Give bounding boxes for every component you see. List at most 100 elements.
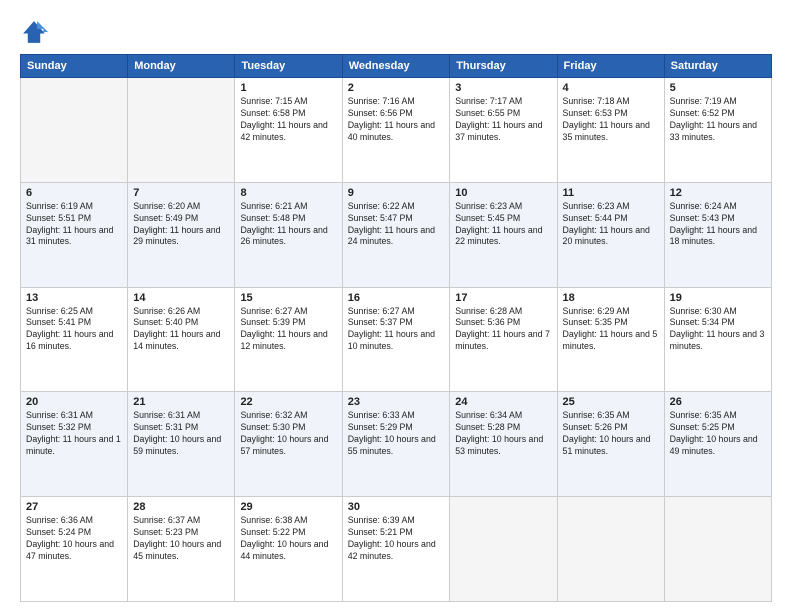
calendar-cell (21, 78, 128, 183)
calendar-cell: 7 Sunrise: 6:20 AM Sunset: 5:49 PM Daylig… (128, 182, 235, 287)
calendar-cell: 30 Sunrise: 6:39 AM Sunset: 5:21 PM Dayli… (342, 497, 450, 602)
day-number: 25 (563, 396, 659, 408)
day-number: 23 (348, 396, 445, 408)
day-info: Sunrise: 6:35 AM Sunset: 5:25 PM Dayligh… (670, 410, 766, 458)
calendar-cell: 9Sunrise: 6:22 AM Sunset: 5:47 PM Daylig… (342, 182, 450, 287)
day-info: Sunrise: 6:19 AM Sunset: 5:51 PM Dayligh… (26, 201, 122, 249)
day-info: Sunrise: 6:23 AM Sunset: 5:45 PM Dayligh… (455, 201, 551, 249)
day-info: Sunrise: 7:19 AM Sunset: 6:52 PM Dayligh… (670, 96, 766, 144)
col-header-friday: Friday (557, 55, 664, 78)
header (20, 18, 772, 46)
day-number: 21 (133, 396, 229, 408)
day-info: Sunrise: 6:35 AM Sunset: 5:26 PM Dayligh… (563, 410, 659, 458)
col-header-wednesday: Wednesday (342, 55, 450, 78)
day-number: 10 (455, 187, 551, 199)
day-info: Sunrise: 6:25 AM Sunset: 5:41 PM Dayligh… (26, 306, 122, 354)
week-row-1: 1 Sunrise: 7:15 AM Sunset: 6:58 PM Daylig… (21, 78, 772, 183)
day-number: 26 (670, 396, 766, 408)
day-number: 28 (133, 501, 229, 513)
day-info: Sunrise: 6:37 AM Sunset: 5:23 PM Dayligh… (133, 515, 229, 563)
calendar-cell: 15 Sunrise: 6:27 AM Sunset: 5:39 PM Dayli… (235, 287, 342, 392)
calendar-cell: 16 Sunrise: 6:27 AM Sunset: 5:37 PM Dayli… (342, 287, 450, 392)
calendar-cell: 6 Sunrise: 6:19 AM Sunset: 5:51 PM Daylig… (21, 182, 128, 287)
day-number: 29 (240, 501, 336, 513)
day-number: 4 (563, 82, 659, 94)
day-info: Sunrise: 6:32 AM Sunset: 5:30 PM Dayligh… (240, 410, 336, 458)
day-info: Sunrise: 6:20 AM Sunset: 5:49 PM Dayligh… (133, 201, 229, 249)
logo-icon (20, 18, 48, 46)
calendar-cell: 11 Sunrise: 6:23 AM Sunset: 5:44 PM Dayli… (557, 182, 664, 287)
day-info: Sunrise: 6:30 AM Sunset: 5:34 PM Dayligh… (670, 306, 766, 354)
day-info: Sunrise: 6:28 AM Sunset: 5:36 PM Dayligh… (455, 306, 551, 354)
calendar-cell: 14 Sunrise: 6:26 AM Sunset: 5:40 PM Dayli… (128, 287, 235, 392)
calendar-cell: 10 Sunrise: 6:23 AM Sunset: 5:45 PM Dayli… (450, 182, 557, 287)
day-number: 11 (563, 187, 659, 199)
calendar-cell: 22 Sunrise: 6:32 AM Sunset: 5:30 PM Dayli… (235, 392, 342, 497)
calendar-cell: 21 Sunrise: 6:31 AM Sunset: 5:31 PM Dayli… (128, 392, 235, 497)
calendar-cell: 25 Sunrise: 6:35 AM Sunset: 5:26 PM Dayli… (557, 392, 664, 497)
week-row-2: 6 Sunrise: 6:19 AM Sunset: 5:51 PM Daylig… (21, 182, 772, 287)
calendar-cell: 4 Sunrise: 7:18 AM Sunset: 6:53 PM Daylig… (557, 78, 664, 183)
logo (20, 18, 52, 46)
day-number: 1 (240, 82, 336, 94)
day-number: 6 (26, 187, 122, 199)
calendar-cell (450, 497, 557, 602)
day-number: 22 (240, 396, 336, 408)
calendar-cell: 17 Sunrise: 6:28 AM Sunset: 5:36 PM Dayli… (450, 287, 557, 392)
day-info: Sunrise: 6:31 AM Sunset: 5:31 PM Dayligh… (133, 410, 229, 458)
calendar-cell: 3Sunrise: 7:17 AM Sunset: 6:55 PM Daylig… (450, 78, 557, 183)
calendar-cell: 29Sunrise: 6:38 AM Sunset: 5:22 PM Dayli… (235, 497, 342, 602)
col-header-thursday: Thursday (450, 55, 557, 78)
calendar-cell: 20 Sunrise: 6:31 AM Sunset: 5:32 PM Dayli… (21, 392, 128, 497)
calendar-cell: 1 Sunrise: 7:15 AM Sunset: 6:58 PM Daylig… (235, 78, 342, 183)
day-number: 18 (563, 292, 659, 304)
day-info: Sunrise: 6:24 AM Sunset: 5:43 PM Dayligh… (670, 201, 766, 249)
day-number: 7 (133, 187, 229, 199)
day-number: 16 (348, 292, 445, 304)
day-info: Sunrise: 6:34 AM Sunset: 5:28 PM Dayligh… (455, 410, 551, 458)
day-info: Sunrise: 7:18 AM Sunset: 6:53 PM Dayligh… (563, 96, 659, 144)
day-number: 3 (455, 82, 551, 94)
calendar-cell: 28 Sunrise: 6:37 AM Sunset: 5:23 PM Dayli… (128, 497, 235, 602)
calendar-cell (664, 497, 771, 602)
week-row-5: 27Sunrise: 6:36 AM Sunset: 5:24 PM Dayli… (21, 497, 772, 602)
day-number: 5 (670, 82, 766, 94)
day-info: Sunrise: 6:31 AM Sunset: 5:32 PM Dayligh… (26, 410, 122, 458)
day-info: Sunrise: 6:27 AM Sunset: 5:37 PM Dayligh… (348, 306, 445, 354)
calendar-cell: 27Sunrise: 6:36 AM Sunset: 5:24 PM Dayli… (21, 497, 128, 602)
day-number: 17 (455, 292, 551, 304)
day-number: 27 (26, 501, 122, 513)
col-header-sunday: Sunday (21, 55, 128, 78)
day-number: 20 (26, 396, 122, 408)
calendar-cell (557, 497, 664, 602)
day-number: 13 (26, 292, 122, 304)
day-info: Sunrise: 7:15 AM Sunset: 6:58 PM Dayligh… (240, 96, 336, 144)
day-info: Sunrise: 6:27 AM Sunset: 5:39 PM Dayligh… (240, 306, 336, 354)
calendar-cell: 18 Sunrise: 6:29 AM Sunset: 5:35 PM Dayli… (557, 287, 664, 392)
calendar-cell: 19 Sunrise: 6:30 AM Sunset: 5:34 PM Dayli… (664, 287, 771, 392)
day-info: Sunrise: 6:23 AM Sunset: 5:44 PM Dayligh… (563, 201, 659, 249)
calendar-cell: 5 Sunrise: 7:19 AM Sunset: 6:52 PM Daylig… (664, 78, 771, 183)
day-number: 8 (240, 187, 336, 199)
calendar-cell: 23 Sunrise: 6:33 AM Sunset: 5:29 PM Dayli… (342, 392, 450, 497)
calendar-cell: 2 Sunrise: 7:16 AM Sunset: 6:56 PM Daylig… (342, 78, 450, 183)
calendar-cell: 24Sunrise: 6:34 AM Sunset: 5:28 PM Dayli… (450, 392, 557, 497)
day-number: 2 (348, 82, 445, 94)
day-info: Sunrise: 6:22 AM Sunset: 5:47 PM Dayligh… (348, 201, 445, 249)
col-header-tuesday: Tuesday (235, 55, 342, 78)
day-info: Sunrise: 6:39 AM Sunset: 5:21 PM Dayligh… (348, 515, 445, 563)
week-row-4: 20 Sunrise: 6:31 AM Sunset: 5:32 PM Dayli… (21, 392, 772, 497)
day-info: Sunrise: 6:33 AM Sunset: 5:29 PM Dayligh… (348, 410, 445, 458)
day-number: 19 (670, 292, 766, 304)
day-info: Sunrise: 6:29 AM Sunset: 5:35 PM Dayligh… (563, 306, 659, 354)
calendar-cell: 8Sunrise: 6:21 AM Sunset: 5:48 PM Daylig… (235, 182, 342, 287)
calendar-header-row: SundayMondayTuesdayWednesdayThursdayFrid… (21, 55, 772, 78)
day-info: Sunrise: 6:26 AM Sunset: 5:40 PM Dayligh… (133, 306, 229, 354)
day-number: 15 (240, 292, 336, 304)
day-number: 14 (133, 292, 229, 304)
calendar-cell: 12Sunrise: 6:24 AM Sunset: 5:43 PM Dayli… (664, 182, 771, 287)
day-number: 30 (348, 501, 445, 513)
calendar-cell (128, 78, 235, 183)
calendar-cell: 26 Sunrise: 6:35 AM Sunset: 5:25 PM Dayli… (664, 392, 771, 497)
day-info: Sunrise: 7:16 AM Sunset: 6:56 PM Dayligh… (348, 96, 445, 144)
